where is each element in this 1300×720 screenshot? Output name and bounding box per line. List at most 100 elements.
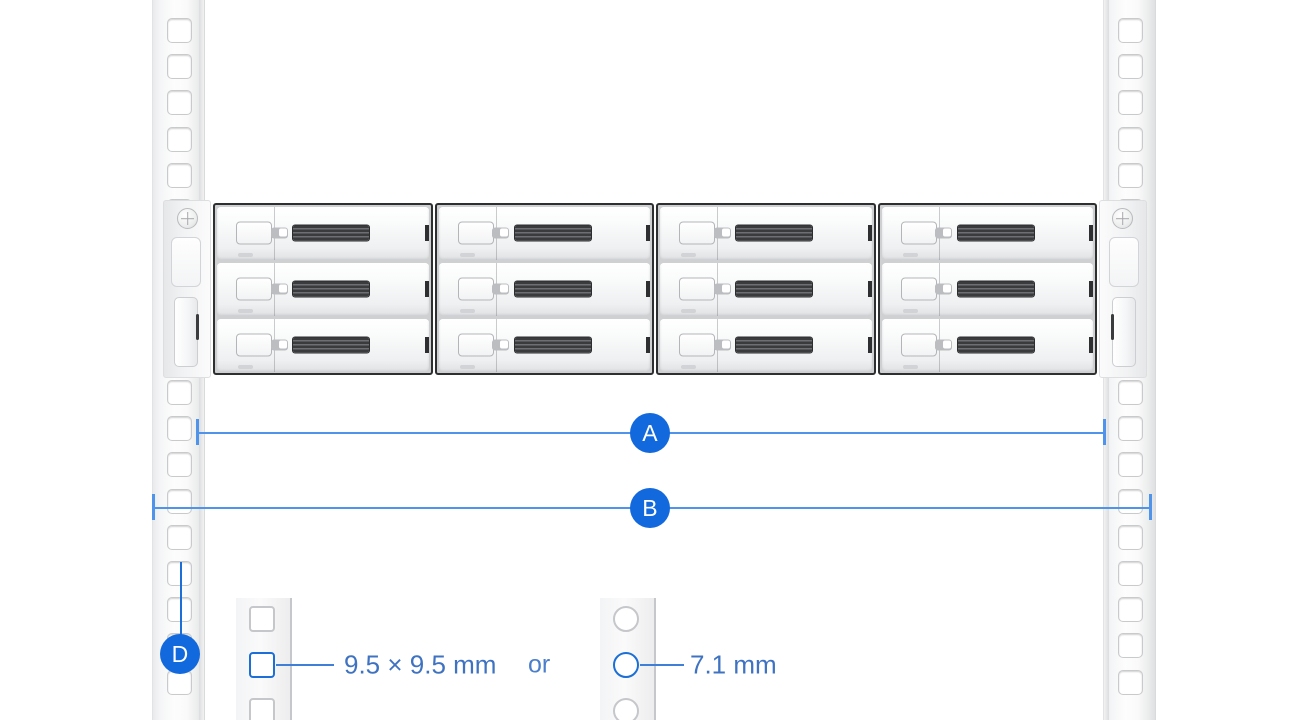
tray-edge-tab <box>424 281 429 297</box>
drive-tray[interactable] <box>438 262 650 316</box>
tray-status-led-icon <box>492 339 510 351</box>
tray-latch-button[interactable] <box>679 221 716 245</box>
tray-status-led-icon <box>935 227 953 239</box>
tray-status-led-icon <box>713 227 731 239</box>
dimension-cap-b-right <box>1149 494 1152 520</box>
dimension-badge-d: D <box>160 634 200 674</box>
legend-leader-square <box>276 663 334 667</box>
tray-foot <box>459 252 475 257</box>
dimension-badge-a: A <box>630 413 670 453</box>
tray-latch-button[interactable] <box>236 333 273 357</box>
tray-latch-button[interactable] <box>900 221 937 245</box>
drive-tray[interactable] <box>881 206 1093 260</box>
drive-tray[interactable] <box>217 318 429 372</box>
legend-separator-or: or <box>528 650 551 679</box>
tray-edge-tab <box>1089 225 1093 241</box>
drive-tray[interactable] <box>881 318 1093 372</box>
tray-edge-tab <box>646 281 650 297</box>
tray-vent-grille <box>736 225 813 241</box>
drive-tray[interactable] <box>217 262 429 316</box>
legend-leader-round <box>640 663 684 667</box>
rack-mounting-hole <box>167 452 192 478</box>
tray-latch-button[interactable] <box>900 277 937 301</box>
tray-vent-grille <box>736 281 813 297</box>
rack-mounting-hole <box>1118 488 1143 514</box>
tray-edge-tab <box>867 337 872 353</box>
phillips-screw-icon <box>1112 208 1133 229</box>
tray-foot <box>459 308 475 313</box>
tray-foot <box>238 364 254 369</box>
drive-tray[interactable] <box>660 206 872 260</box>
tray-vent-grille <box>514 225 591 241</box>
tray-status-led-icon <box>270 339 288 351</box>
rack-mounting-hole <box>1118 54 1143 80</box>
rack-mounting-hole <box>167 488 192 514</box>
tray-foot <box>681 308 697 313</box>
rack-mounting-hole <box>167 18 192 43</box>
tray-latch-button[interactable] <box>679 333 716 357</box>
rack-mounting-hole <box>1118 90 1143 116</box>
drive-bay-grid <box>213 203 1097 375</box>
ear-handle-right <box>1111 297 1136 367</box>
tray-foot <box>902 252 918 257</box>
dimension-badge-b: B <box>630 488 670 528</box>
tray-vent-grille <box>736 337 813 353</box>
tray-foot <box>681 364 697 369</box>
tray-status-led-icon <box>270 227 288 239</box>
tray-latch-button[interactable] <box>236 277 273 301</box>
tray-status-led-icon <box>492 283 510 295</box>
legend-rail-round-hole <box>600 598 656 720</box>
tray-edge-tab <box>646 337 650 353</box>
tray-latch-button[interactable] <box>236 221 273 245</box>
nas-chassis <box>163 200 1147 378</box>
dimension-cap-b-left <box>152 494 155 520</box>
tray-vent-grille <box>293 225 370 241</box>
phillips-screw-icon <box>177 208 198 229</box>
ear-handle-left <box>174 297 199 367</box>
legend-hole <box>613 606 639 632</box>
tray-latch-button[interactable] <box>679 277 716 301</box>
tray-vent-grille <box>293 337 370 353</box>
tray-latch-button[interactable] <box>457 221 494 245</box>
tray-latch-button[interactable] <box>900 333 937 357</box>
drive-bay-column <box>877 203 1097 375</box>
drive-tray[interactable] <box>660 318 872 372</box>
tray-status-led-icon <box>270 283 288 295</box>
tray-edge-tab <box>646 225 650 241</box>
tray-vent-grille <box>957 337 1034 353</box>
drive-tray[interactable] <box>438 206 650 260</box>
tray-vent-grille <box>957 281 1034 297</box>
rack-mounting-hole <box>1118 597 1143 623</box>
rack-mounting-hole <box>1118 669 1143 695</box>
rack-mounting-hole <box>1118 162 1143 188</box>
rack-mounting-hole <box>167 524 192 550</box>
mounting-ear-right <box>1099 200 1147 378</box>
drive-tray[interactable] <box>438 318 650 372</box>
tray-status-led-icon <box>935 283 953 295</box>
tray-vent-grille <box>514 281 591 297</box>
rack-mounting-hole <box>167 380 192 405</box>
mounting-ear-left <box>163 200 211 378</box>
dimension-cap-a-right <box>1103 419 1106 445</box>
rack-mounting-hole <box>1118 18 1143 43</box>
drive-tray[interactable] <box>881 262 1093 316</box>
tray-vent-grille <box>957 225 1034 241</box>
tray-status-led-icon <box>492 227 510 239</box>
rack-mounting-hole <box>1118 126 1143 152</box>
legend-label-round-hole: 7.1 mm <box>690 649 777 680</box>
tray-vent-grille <box>514 337 591 353</box>
tray-foot <box>902 308 918 313</box>
rack-mounting-hole <box>167 90 192 116</box>
tray-latch-button[interactable] <box>457 333 494 357</box>
tray-status-led-icon <box>713 339 731 351</box>
legend-rail-square-hole <box>236 598 292 720</box>
tray-vent-grille <box>293 281 370 297</box>
drive-tray[interactable] <box>660 262 872 316</box>
drive-bay-column <box>656 203 876 375</box>
tray-edge-tab <box>1089 337 1093 353</box>
tray-foot <box>238 308 254 313</box>
tray-latch-button[interactable] <box>457 277 494 301</box>
rack-mounting-hole <box>167 416 192 442</box>
tray-status-led-icon <box>713 283 731 295</box>
drive-tray[interactable] <box>217 206 429 260</box>
